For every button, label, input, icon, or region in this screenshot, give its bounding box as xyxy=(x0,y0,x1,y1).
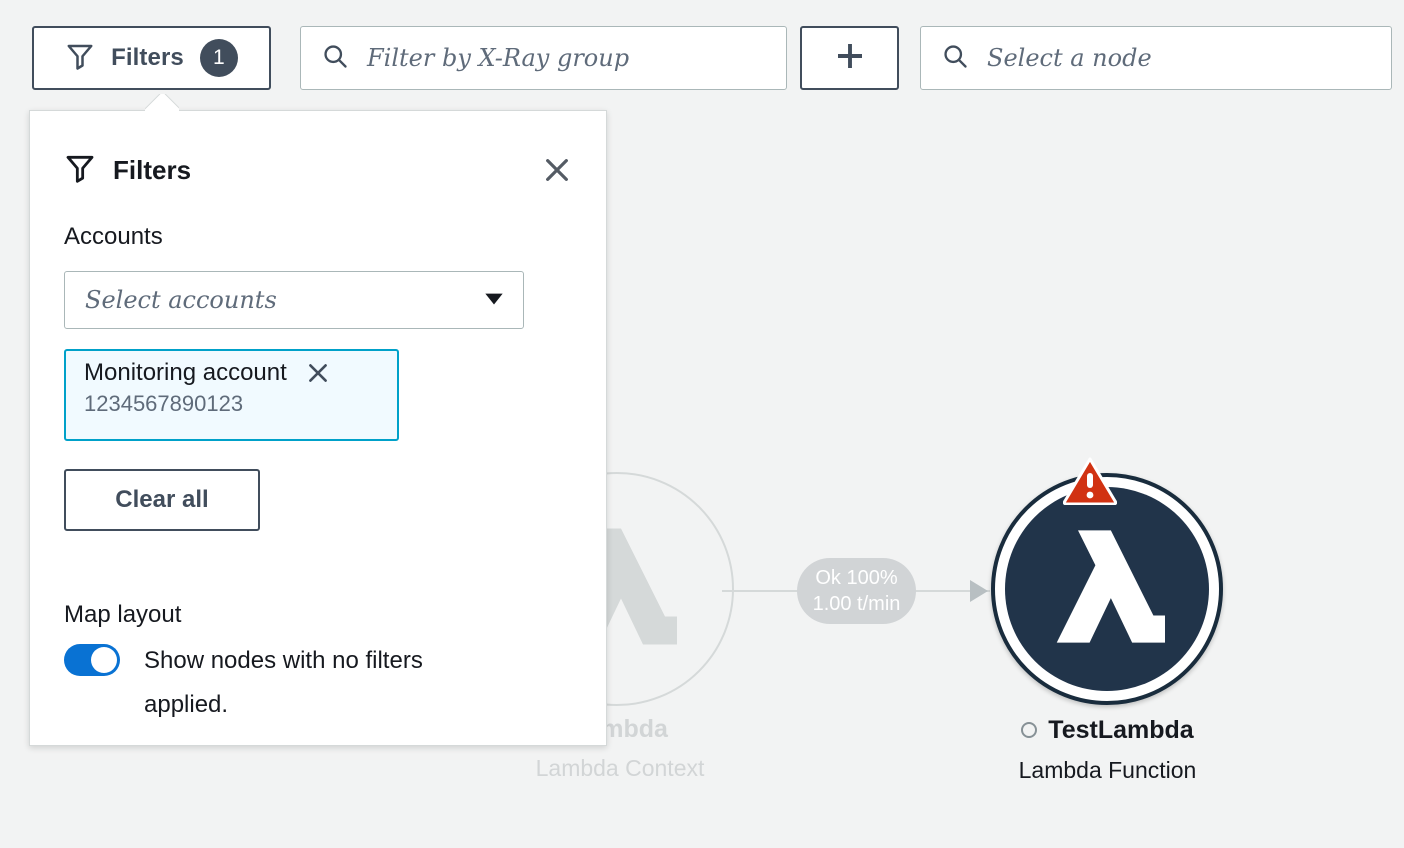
funnel-icon xyxy=(64,152,96,189)
search-icon xyxy=(941,42,969,75)
map-layout-section-label: Map layout xyxy=(64,601,181,629)
accounts-select[interactable]: Select accounts xyxy=(64,271,524,329)
lambda-icon xyxy=(1049,526,1165,653)
close-icon[interactable] xyxy=(538,151,576,189)
add-group-button[interactable] xyxy=(800,26,899,90)
account-chip-name: Monitoring account xyxy=(84,359,287,387)
node-labels: TestLambda Lambda Function xyxy=(930,712,1285,792)
map-edge-label[interactable]: Ok 100% 1.00 t/min xyxy=(797,558,916,624)
chevron-down-icon xyxy=(481,285,507,316)
clear-all-button[interactable]: Clear all xyxy=(64,469,260,531)
filters-count-badge: 1 xyxy=(200,39,238,77)
node-type: Lambda Function xyxy=(930,748,1285,792)
accounts-select-placeholder: Select accounts xyxy=(85,286,277,314)
warning-triangle-icon[interactable] xyxy=(1063,457,1117,505)
arrow-right-icon xyxy=(970,580,988,602)
map-node-testlambda[interactable] xyxy=(991,473,1223,705)
toggle-knob xyxy=(91,647,117,673)
xray-group-search[interactable]: Filter by X-Ray group xyxy=(300,26,787,90)
show-unfiltered-nodes-row[interactable]: Show nodes with no filters applied. xyxy=(64,639,514,727)
node-name: TestLambda xyxy=(1048,712,1193,748)
search-icon xyxy=(321,42,349,75)
account-chip-id: 1234567890123 xyxy=(84,391,383,417)
clear-all-label: Clear all xyxy=(115,486,208,514)
funnel-icon xyxy=(65,41,95,76)
circle-outline-icon xyxy=(1021,722,1037,738)
edge-rate-text: 1.00 t/min xyxy=(813,591,901,617)
filters-button-label: Filters xyxy=(111,44,184,72)
plus-icon xyxy=(832,38,868,79)
top-toolbar: Filters 1 Filter by X-Ray group Select a xyxy=(0,26,1404,90)
popover-pointer xyxy=(145,94,179,111)
filters-button[interactable]: Filters 1 xyxy=(32,26,271,90)
node-search-placeholder: Select a node xyxy=(987,44,1152,72)
show-unfiltered-nodes-toggle[interactable] xyxy=(64,644,120,676)
accounts-section-label: Accounts xyxy=(64,223,163,251)
xray-group-search-placeholder: Filter by X-Ray group xyxy=(367,44,629,72)
show-unfiltered-nodes-label: Show nodes with no filters applied. xyxy=(144,639,496,727)
selected-account-chip[interactable]: Monitoring account 1234567890123 xyxy=(64,349,399,441)
close-icon[interactable] xyxy=(305,360,331,386)
filters-popover: Filters Accounts Select accounts Monitor… xyxy=(29,110,607,746)
edge-status-text: Ok 100% xyxy=(815,565,897,591)
filters-popover-header: Filters xyxy=(64,149,576,191)
filters-popover-title: Filters xyxy=(113,155,191,186)
faded-node-type: Lambda Context xyxy=(440,746,800,790)
node-search[interactable]: Select a node xyxy=(920,26,1392,90)
